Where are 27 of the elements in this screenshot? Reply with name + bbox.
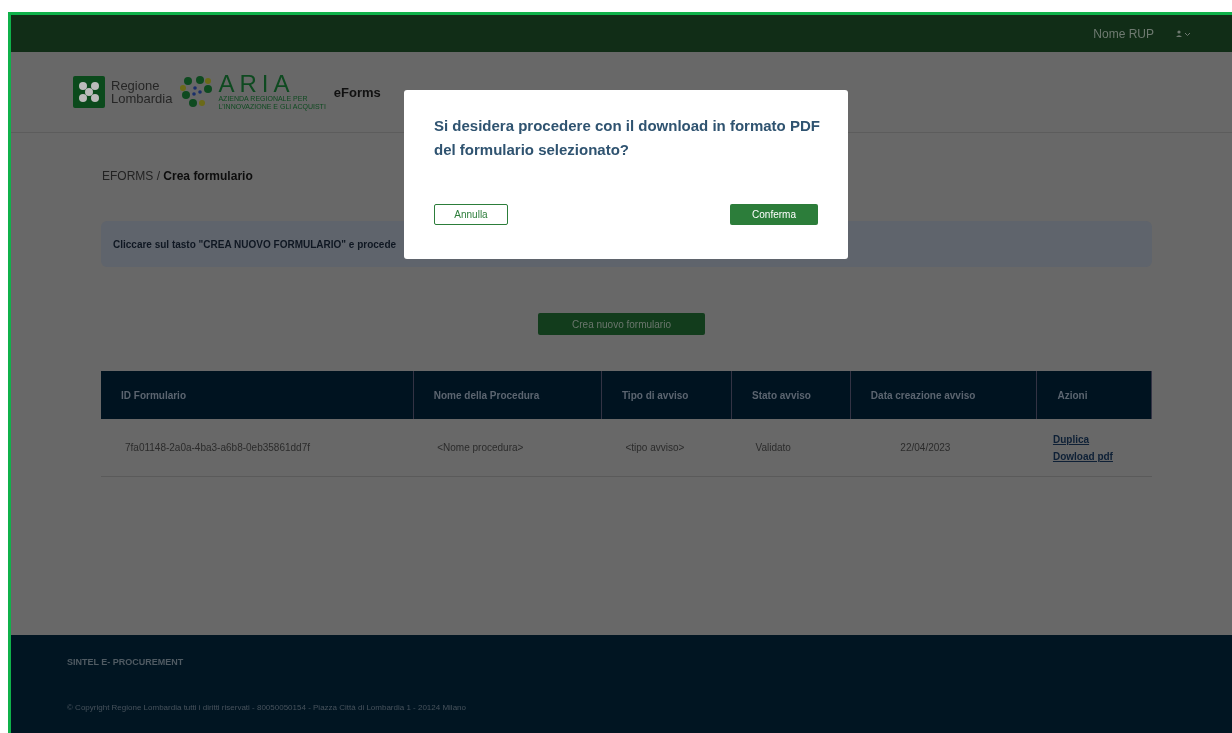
regione-logo-text: Regione Lombardia (111, 79, 173, 105)
regione-logo-icon (73, 76, 105, 108)
column-header: ID Formulario (101, 371, 414, 419)
column-header: Data creazione avviso (850, 371, 1037, 419)
cancel-button[interactable]: Annulla (434, 204, 508, 225)
user-menu-icon[interactable] (1176, 29, 1192, 38)
table-cell: 7fa01148-2a0a-4ba3-a6b8-0eb35861dd7f (101, 419, 414, 477)
create-form-button[interactable]: Crea nuovo formulario (538, 313, 705, 335)
column-header: Azioni (1036, 371, 1152, 419)
dots-logo-icon (180, 75, 215, 109)
column-header: Stato avviso (731, 371, 851, 419)
footer-title: SINTEL E- PROCUREMENT (67, 657, 185, 667)
user-name[interactable]: Nome RUP (1093, 26, 1154, 41)
dialog-message: Si desidera procedere con il download in formato PDF del formulario selezionato? (434, 116, 821, 160)
confirm-button[interactable]: Conferma (730, 204, 818, 225)
info-text: Cliccare sul tasto "CREA NUOVO FORMULARIO" e procede (113, 238, 397, 250)
column-header: Tipo di avviso (601, 371, 732, 419)
app-title: eForms (333, 84, 381, 100)
aria-logo-text: ARIA (218, 73, 295, 95)
table-cell: 22/04/2023 (850, 419, 1037, 477)
column-header: Nome della Procedura (413, 371, 602, 419)
table-cell: <Nome procedura> (413, 419, 602, 477)
table-cell: Validato (731, 419, 851, 477)
action-link[interactable]: Dowload pdf (1052, 450, 1151, 462)
breadcrumb: EFORMS / Crea formulario (102, 169, 253, 185)
action-link[interactable]: Duplica (1052, 433, 1151, 445)
table-cell: <tipo avviso> (601, 419, 732, 477)
